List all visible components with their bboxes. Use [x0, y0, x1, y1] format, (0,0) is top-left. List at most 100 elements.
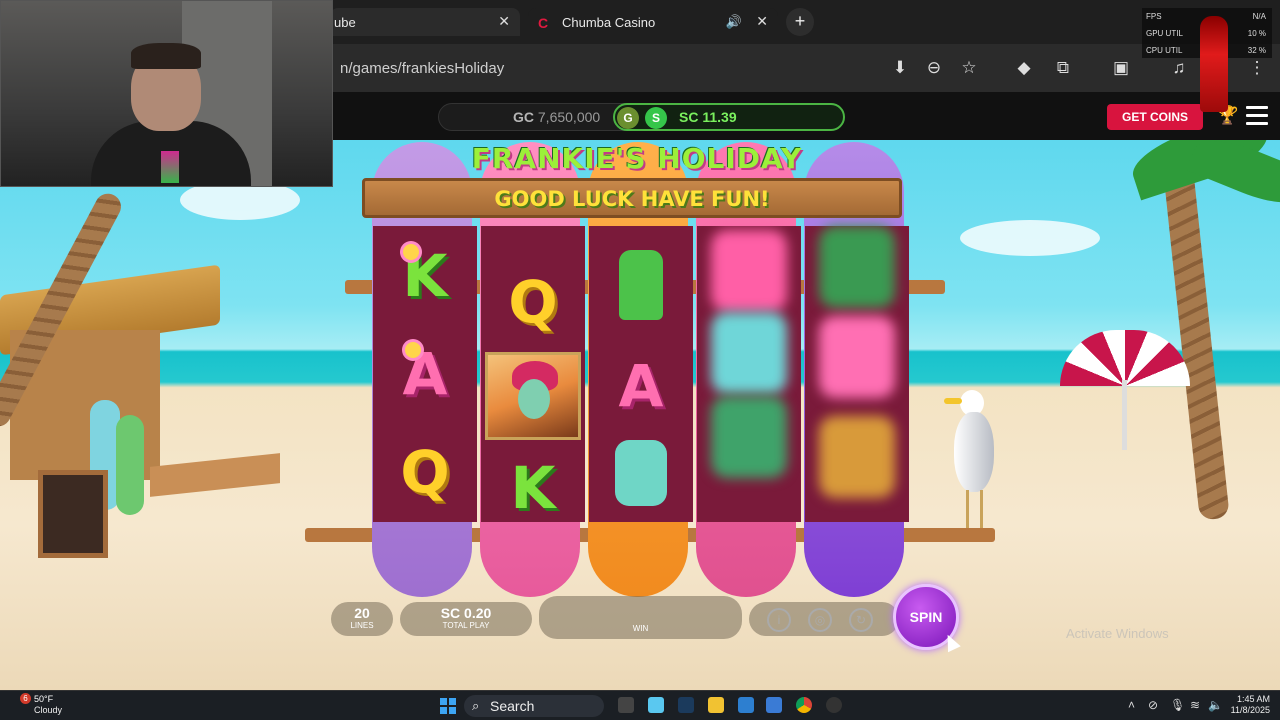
- close-tab-icon[interactable]: ✕: [756, 13, 768, 30]
- symbol-a: A: [618, 352, 664, 420]
- screen-search-icon[interactable]: ▣: [1110, 57, 1132, 79]
- webcam-overlay: [0, 0, 333, 187]
- app-icon[interactable]: [738, 697, 754, 713]
- spinning-symbol: [819, 316, 895, 398]
- beach-umbrella: [1060, 330, 1190, 386]
- task-view-icon[interactable]: [618, 697, 634, 713]
- frankie-wild-symbol: [485, 352, 581, 440]
- file-explorer-icon[interactable]: [708, 697, 724, 713]
- temperature: 50°F: [34, 694, 54, 704]
- gc-balance: GC 7,650,000: [513, 109, 600, 125]
- palm-tree: [1160, 140, 1230, 521]
- search-icon: ⌕: [472, 698, 480, 713]
- app-icon[interactable]: [826, 697, 842, 713]
- sc-value: SC 11.39: [679, 109, 737, 125]
- beach-hut: [0, 200, 300, 558]
- reel-4: [697, 226, 801, 522]
- symbol-a: A: [402, 340, 448, 408]
- install-icon[interactable]: ⬇: [889, 57, 911, 79]
- volume-icon[interactable]: 🔈: [1208, 698, 1223, 712]
- reel-1: K A Q: [373, 226, 477, 522]
- total-play-value: SC 0.20: [440, 605, 492, 621]
- zombie-popsicle-icon: [615, 440, 667, 506]
- symbol-q: Q: [508, 268, 558, 336]
- wifi-icon[interactable]: ≋: [1190, 698, 1200, 712]
- flower-icon: [403, 244, 419, 260]
- total-play-control[interactable]: SC 0.20 TOTAL PLAY: [400, 602, 532, 636]
- network-off-icon[interactable]: ⊘: [1148, 698, 1158, 712]
- close-tab-icon[interactable]: ✕: [498, 13, 510, 30]
- coin-stack-icon[interactable]: ◎: [808, 608, 832, 632]
- spinning-symbol: [711, 396, 787, 478]
- media-icon[interactable]: ♫: [1168, 57, 1190, 79]
- weather-widget[interactable]: 50°F Cloudy: [34, 694, 62, 716]
- clock[interactable]: 1:45 AM 11/8/2025: [1226, 694, 1270, 716]
- tab-chumba-casino[interactable]: C Chumba Casino 🔊 ✕: [528, 8, 778, 36]
- time: 1:45 AM: [1236, 694, 1270, 704]
- more-icon[interactable]: ⋮: [1246, 57, 1268, 79]
- reel-5: [805, 226, 909, 522]
- total-play-label: TOTAL PLAY: [442, 621, 490, 630]
- lines-display[interactable]: 20 LINES: [331, 602, 393, 636]
- speaker-icon[interactable]: 🔊: [726, 14, 742, 30]
- steam-icon[interactable]: [678, 697, 694, 713]
- url-field[interactable]: n/games/frankiesHoliday: [340, 60, 504, 77]
- weather-condition: Cloudy: [34, 705, 63, 715]
- get-coins-button[interactable]: GET COINS: [1107, 104, 1203, 130]
- chumba-favicon-icon: C: [538, 15, 549, 31]
- spinning-symbol: [711, 230, 787, 312]
- seagull: [942, 390, 1002, 530]
- taskbar-search[interactable]: ⌕ Search: [464, 695, 604, 717]
- spinning-symbol: [711, 312, 787, 394]
- autoplay-icon[interactable]: ↻: [849, 608, 873, 632]
- new-tab-button[interactable]: +: [786, 8, 814, 36]
- date: 11/8/2025: [1230, 705, 1270, 715]
- zoom-out-icon[interactable]: ⊖: [923, 57, 945, 79]
- game-logo: FRANKIE'S HOLIDAY: [471, 142, 803, 175]
- win-display: WIN: [539, 596, 742, 639]
- gc-label: GC: [513, 109, 534, 125]
- tab-title: ube: [334, 14, 356, 30]
- spinning-symbol: [819, 226, 895, 308]
- flower-icon: [405, 342, 421, 358]
- symbol-q: Q: [400, 438, 450, 506]
- chevron-up-icon[interactable]: ˄: [1128, 698, 1135, 712]
- streamer-hair: [131, 43, 201, 69]
- symbol-k: K: [402, 242, 448, 310]
- game-canvas[interactable]: FRANKIE'S HOLIDAY GOOD LUCK HAVE FUN! K …: [0, 140, 1280, 690]
- tab-youtube[interactable]: ube ✕: [330, 8, 520, 36]
- gold-coin-icon[interactable]: G: [617, 107, 639, 129]
- red-figure-overlay: [1200, 16, 1228, 112]
- microphone-icon[interactable]: 🎙: [1170, 698, 1185, 712]
- balance-display: GC 7,650,000 G S SC 11.39: [438, 103, 845, 131]
- info-icon[interactable]: i: [767, 608, 791, 632]
- menu-icon[interactable]: [1246, 106, 1268, 130]
- sweeps-coin-icon[interactable]: S: [645, 107, 667, 129]
- sc-balance[interactable]: G S SC 11.39: [613, 103, 845, 131]
- chrome-icon[interactable]: [796, 697, 812, 713]
- zombie-hand-icon: [619, 250, 663, 320]
- star-icon[interactable]: ☆: [958, 57, 980, 79]
- windows-taskbar: 6 50°F Cloudy ⌕ Search ˄ ⊘ 🎙 ≋ 🔈 1:45 AM…: [0, 690, 1280, 720]
- puzzle-icon[interactable]: ⧉: [1052, 57, 1074, 79]
- start-windows-icon[interactable]: [440, 698, 456, 714]
- tab-title: Chumba Casino: [562, 14, 656, 30]
- search-placeholder: Search: [490, 698, 535, 714]
- umbrella-pole: [1122, 380, 1127, 450]
- reel-3: A: [589, 226, 693, 522]
- cloud: [960, 220, 1100, 256]
- tagline: GOOD LUCK HAVE FUN!: [494, 187, 770, 211]
- copilot-icon[interactable]: [648, 697, 664, 713]
- extension-diamond-icon[interactable]: ◆: [1013, 57, 1035, 79]
- lines-label: LINES: [350, 621, 374, 630]
- win-label: WIN: [632, 624, 649, 633]
- drink-can: [161, 151, 179, 183]
- store-icon[interactable]: [766, 697, 782, 713]
- activate-windows-watermark: Activate Windows: [1066, 626, 1169, 641]
- tagline-sign: GOOD LUCK HAVE FUN!: [362, 178, 902, 218]
- symbol-k: K: [510, 454, 556, 522]
- gc-value: 7,650,000: [537, 109, 601, 125]
- lines-value: 20: [354, 605, 370, 621]
- reel-2: Q K: [481, 226, 585, 522]
- notification-badge: 6: [20, 693, 31, 704]
